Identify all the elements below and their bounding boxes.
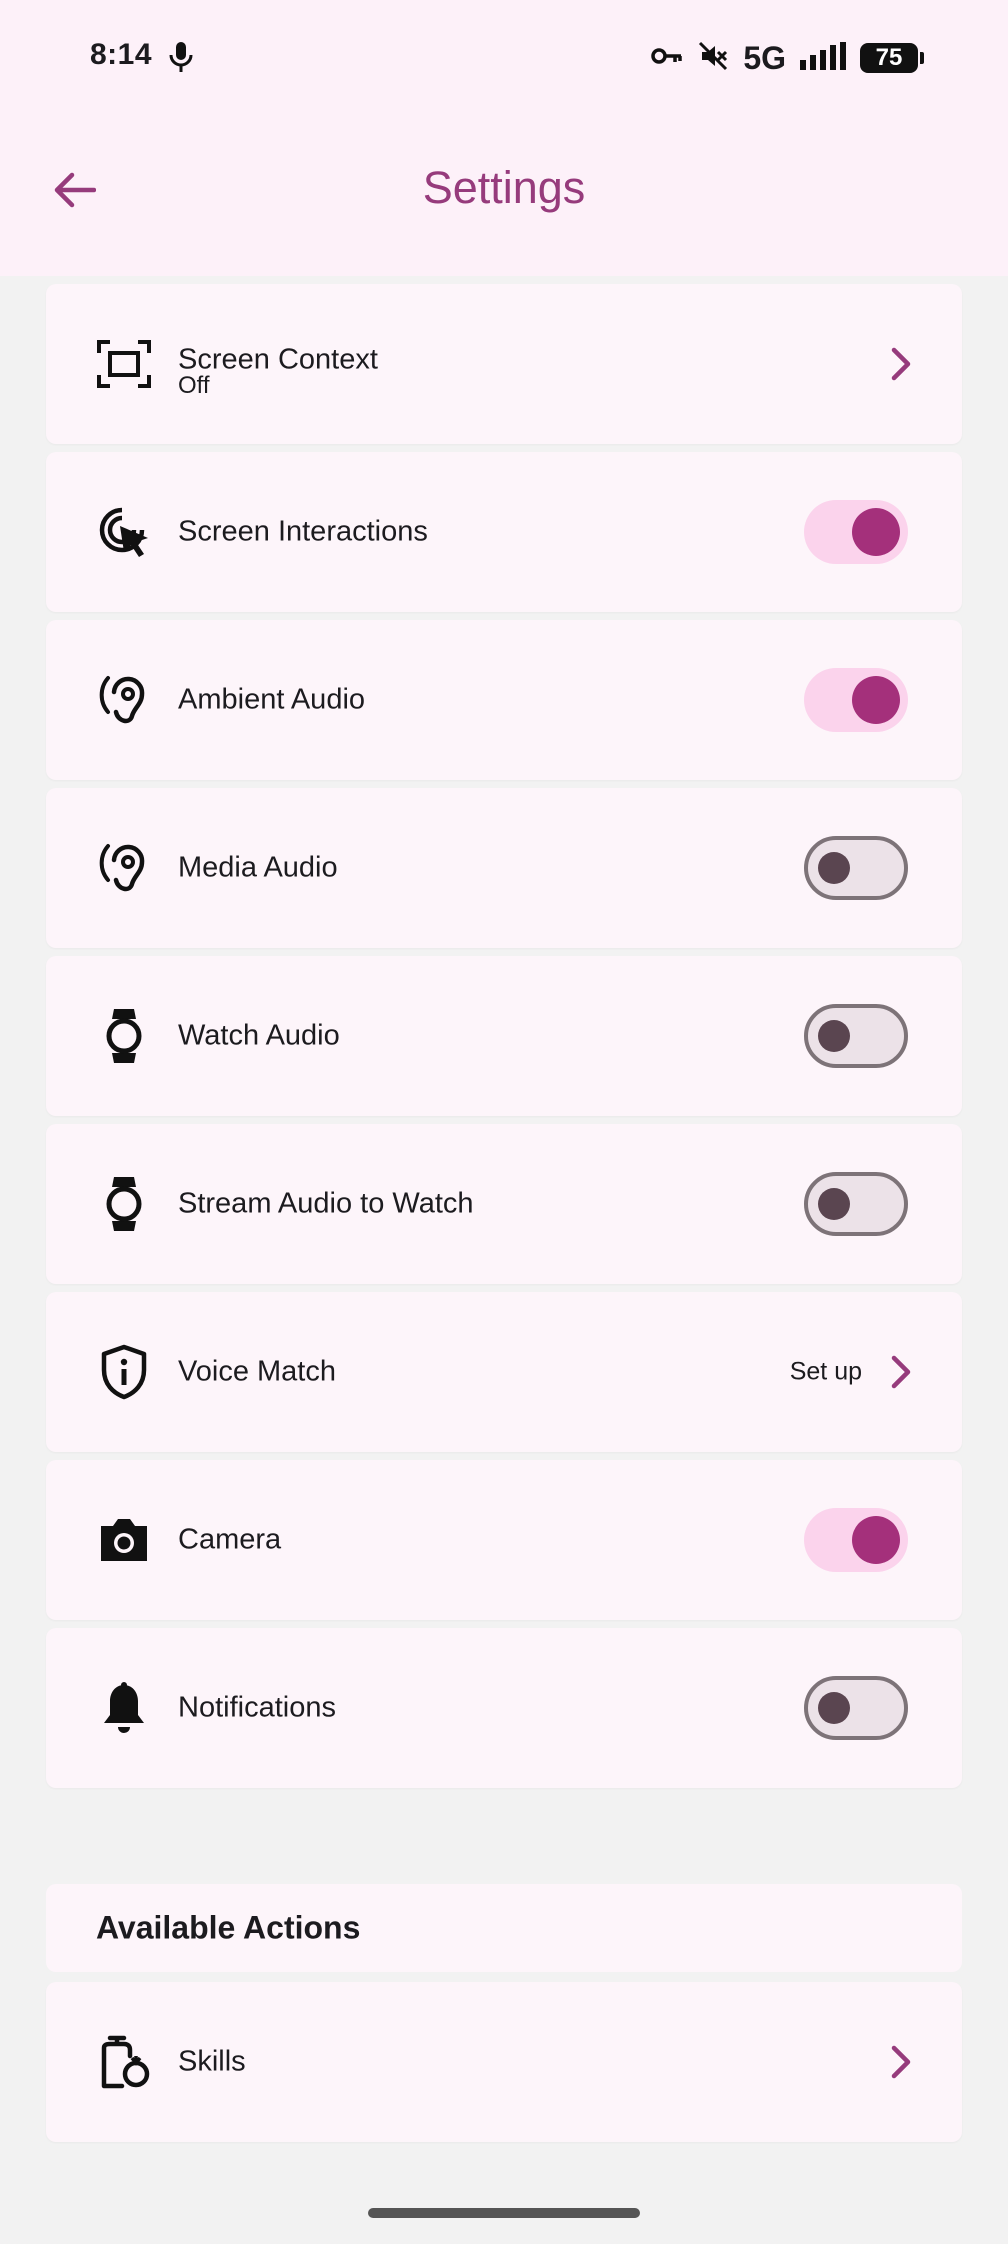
chevron-right-icon [886,1352,916,1392]
media-audio-toggle[interactable] [804,836,908,900]
ambient-audio-toggle[interactable] [804,668,908,732]
available-actions-header: Available Actions [46,1884,962,1972]
home-indicator[interactable] [368,2208,640,2218]
watch-audio-toggle[interactable] [804,1004,908,1068]
stream-audio-to-watch-toggle[interactable] [804,1172,908,1236]
setting-ambient-audio: Ambient Audio [46,620,962,780]
toggle-knob [818,1020,850,1052]
setting-screen-interactions: Screen Interactions [46,452,962,612]
toggle-knob [852,1516,900,1564]
muted-speaker-icon [697,40,729,77]
chevron-right-icon [886,344,916,384]
setting-stream-audio-to-watch: Stream Audio to Watch [46,1124,962,1284]
shield-info-icon [96,1344,152,1400]
setting-label: Ambient Audio [178,683,366,716]
camera-toggle[interactable] [804,1508,908,1572]
setting-sublabel: Off [178,372,210,399]
network-type: 5G [743,39,786,76]
settings-screen: 8:14 5G 75 Settings Screen Context Off S… [0,0,1008,2244]
microphone-icon [168,40,194,74]
setting-label: Watch Audio [178,1019,340,1052]
setting-label: Media Audio [178,851,338,884]
setting-media-audio: Media Audio [46,788,962,948]
battery-level: 75 [875,44,903,71]
toggle-knob [852,676,900,724]
skills-icon [96,2034,152,2090]
toggle-knob [852,508,900,556]
setting-label: Notifications [178,1691,336,1724]
watch-icon [96,1176,152,1232]
signal-strength-icon [800,41,846,75]
toggle-knob [818,1188,850,1220]
chevron-right-icon [886,2042,916,2082]
page-title: Settings [422,162,586,213]
header: Settings [0,118,1008,276]
camera-icon [96,1512,152,1568]
setting-watch-audio: Watch Audio [46,956,962,1116]
status-bar: 8:14 5G 75 [0,0,1008,118]
setting-label: Screen Interactions [178,515,428,548]
setting-label: Stream Audio to Watch [178,1187,474,1220]
action-label: Skills [178,2045,246,2078]
screen-context-icon [96,336,152,392]
toggle-knob [818,1692,850,1724]
section-title: Available Actions [96,1909,361,1946]
action-skills[interactable]: Skills [46,1982,962,2142]
battery-icon: 75 [860,43,924,73]
set-up-link[interactable]: Set up [790,1358,862,1387]
setting-label: Voice Match [178,1355,336,1388]
setting-notifications: Notifications [46,1628,962,1788]
touch-interaction-icon [96,504,152,560]
hearing-icon [96,672,152,728]
hearing-icon [96,840,152,896]
setting-screen-context[interactable]: Screen Context Off [46,284,962,444]
setting-label: Camera [178,1523,282,1556]
top-app-bar: 8:14 5G 75 Settings [0,0,1008,276]
screen-interactions-toggle[interactable] [804,500,908,564]
watch-icon [96,1008,152,1064]
vpn-key-icon [651,46,683,71]
setting-camera: Camera [46,1460,962,1620]
notifications-toggle[interactable] [804,1676,908,1740]
status-icons: 5G 75 [651,39,924,77]
toggle-knob [818,852,850,884]
bell-icon [96,1680,152,1736]
setting-voice-match[interactable]: Voice Match Set up [46,1292,962,1452]
status-time: 8:14 [90,38,153,71]
